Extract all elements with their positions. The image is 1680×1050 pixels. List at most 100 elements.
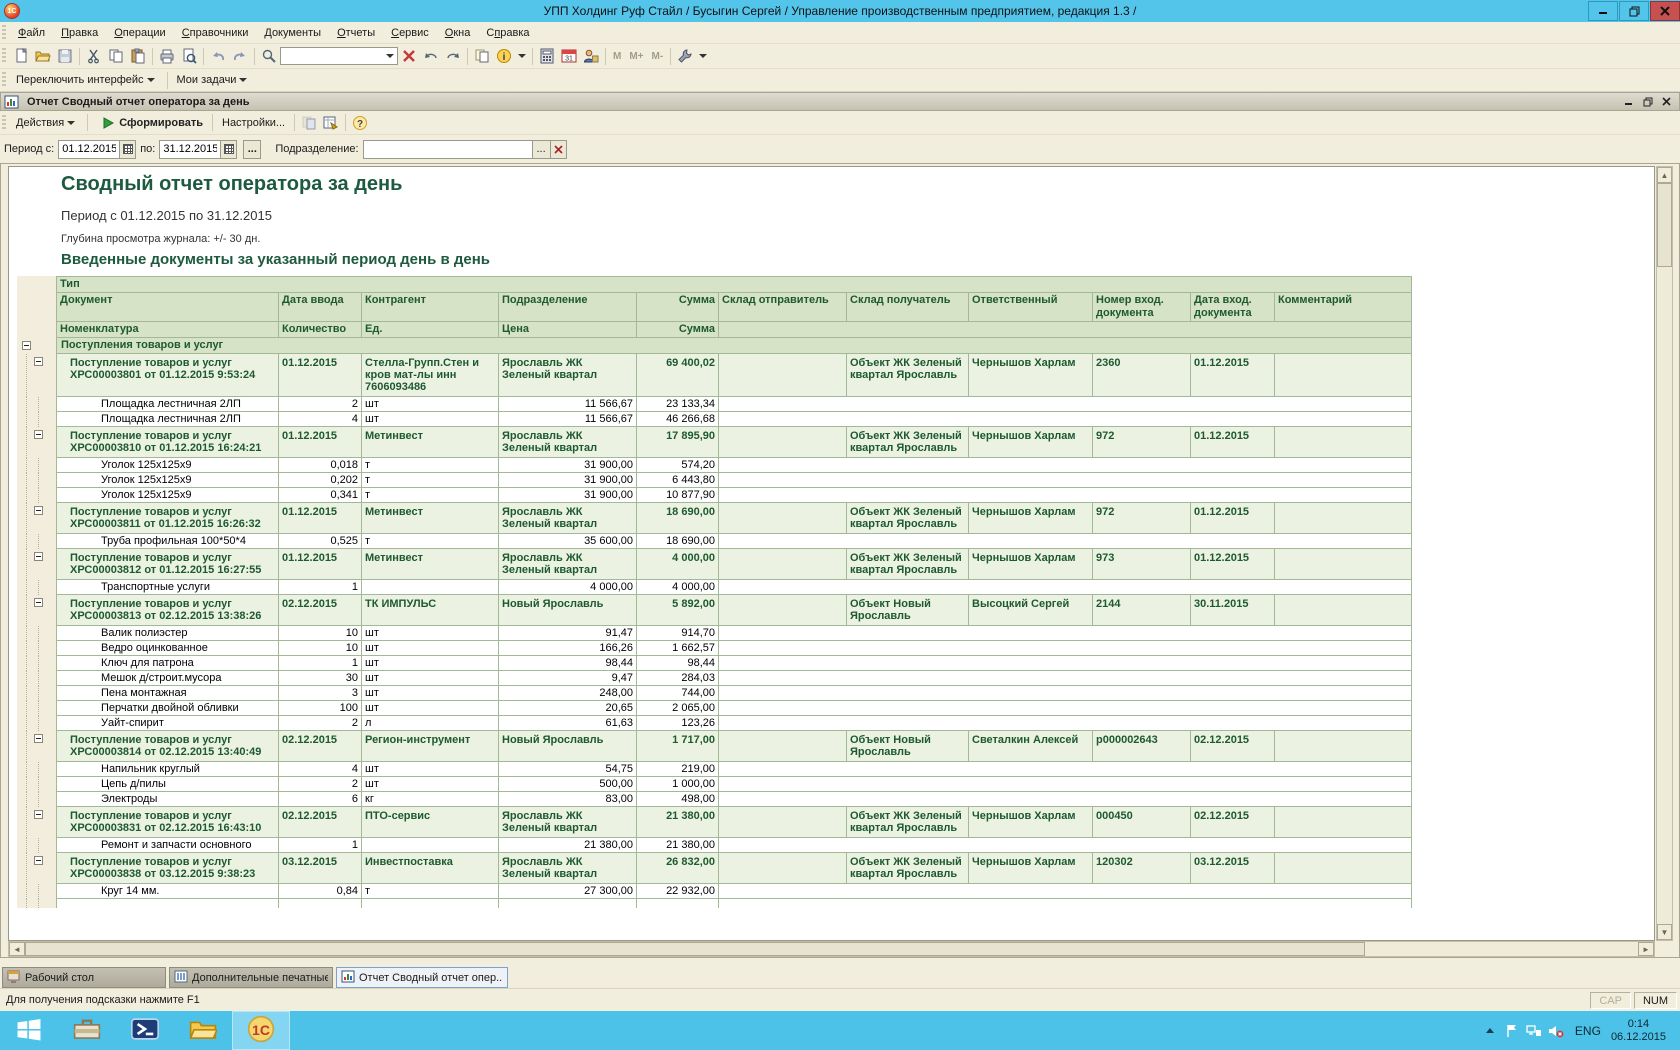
help-icon[interactable]: ? bbox=[349, 112, 371, 133]
chevron-down-icon[interactable] bbox=[699, 54, 707, 58]
period-from-input[interactable] bbox=[58, 140, 120, 159]
close-button[interactable] bbox=[1650, 1, 1680, 21]
language-indicator[interactable]: ENG bbox=[1575, 1024, 1601, 1038]
save-icon[interactable] bbox=[54, 46, 76, 67]
menu-отчеты[interactable]: Отчеты bbox=[329, 24, 383, 42]
collapse-group-icon[interactable] bbox=[34, 810, 43, 819]
copy-icon[interactable] bbox=[105, 46, 127, 67]
collapse-group-icon[interactable] bbox=[34, 357, 43, 366]
menu-документы[interactable]: Документы bbox=[256, 24, 329, 42]
window-tab-3[interactable]: Отчет Сводный отчет опер... bbox=[336, 967, 508, 988]
mdi-restore-button[interactable] bbox=[1639, 95, 1656, 109]
minimize-button[interactable] bbox=[1588, 1, 1618, 21]
department-clear-button[interactable] bbox=[551, 140, 567, 159]
doc-comment-cell bbox=[1275, 549, 1412, 580]
scroll-right-icon[interactable]: ► bbox=[1638, 942, 1654, 956]
vertical-scrollbar-thumb[interactable] bbox=[1657, 183, 1672, 267]
window-tab-2[interactable]: Дополнительные печатные... bbox=[169, 967, 333, 988]
taskbar-1c-enterprise-button[interactable]: 1С bbox=[232, 1011, 290, 1050]
start-button[interactable] bbox=[0, 1011, 58, 1050]
memory-button-m+[interactable]: M+ bbox=[625, 49, 647, 64]
horizontal-scrollbar-thumb[interactable] bbox=[25, 942, 1365, 956]
doc-warehouse-to-cell: Объект ЖК Зеленый квартал Ярославль bbox=[847, 503, 969, 534]
quick-search-input[interactable] bbox=[281, 49, 383, 63]
network-icon[interactable] bbox=[1523, 1023, 1545, 1039]
redo-icon[interactable] bbox=[229, 46, 251, 67]
users-icon[interactable] bbox=[580, 46, 602, 67]
menu-правка[interactable]: Правка bbox=[53, 24, 106, 42]
item-filler-cell bbox=[719, 580, 1412, 595]
memory-button-m[interactable]: M bbox=[609, 49, 625, 64]
print-icon[interactable] bbox=[156, 46, 178, 67]
item-header-filler bbox=[719, 322, 1412, 338]
clear-red-x-icon[interactable] bbox=[398, 46, 420, 67]
settings-button[interactable]: Настройки... bbox=[216, 114, 291, 132]
calendar-picker-button[interactable] bbox=[120, 140, 136, 159]
print-preview-icon[interactable] bbox=[178, 46, 200, 67]
action-center-flag-icon[interactable] bbox=[1501, 1023, 1523, 1039]
collapse-group-icon[interactable] bbox=[34, 552, 43, 561]
memory-button-m-[interactable]: M- bbox=[648, 49, 668, 64]
new-document-icon[interactable] bbox=[10, 46, 32, 67]
menu-справочники[interactable]: Справочники bbox=[174, 24, 257, 42]
doc-title-cell: Поступление товаров и услуг ХРС00003810 … bbox=[57, 427, 279, 458]
taskbar-server-manager-button[interactable] bbox=[58, 1011, 116, 1050]
find-backward-icon[interactable] bbox=[420, 46, 442, 67]
taskbar-file-explorer-button[interactable] bbox=[174, 1011, 232, 1050]
restore-button[interactable] bbox=[1619, 1, 1649, 21]
menu-файл[interactable]: Файл bbox=[10, 24, 53, 42]
cut-icon[interactable] bbox=[83, 46, 105, 67]
actions-menu-button[interactable]: Действия bbox=[10, 114, 84, 132]
collapse-group-icon[interactable] bbox=[34, 506, 43, 515]
search-icon[interactable] bbox=[258, 46, 280, 67]
calendar-icon[interactable]: 31 bbox=[558, 46, 580, 67]
menu-операции[interactable]: Операции bbox=[106, 24, 173, 42]
horizontal-scrollbar[interactable]: ◄ ► bbox=[8, 941, 1655, 957]
period-to-input[interactable] bbox=[159, 140, 221, 159]
taskbar-powershell-button[interactable] bbox=[116, 1011, 174, 1050]
export-table-icon[interactable] bbox=[320, 112, 342, 133]
open-folder-icon[interactable] bbox=[32, 46, 54, 67]
department-input[interactable] bbox=[363, 140, 533, 159]
quick-search-combobox[interactable] bbox=[280, 47, 398, 65]
scroll-left-icon[interactable]: ◄ bbox=[9, 942, 25, 956]
collapse-group-icon[interactable] bbox=[34, 734, 43, 743]
hidden-icons-chevron-icon[interactable] bbox=[1479, 1025, 1501, 1037]
scroll-down-icon[interactable]: ▼ bbox=[1657, 924, 1672, 940]
calendar-picker-button[interactable] bbox=[221, 140, 237, 159]
duplicate-icon[interactable] bbox=[471, 46, 493, 67]
window-tab-1[interactable]: Рабочий стол bbox=[2, 967, 166, 988]
chevron-down-icon[interactable] bbox=[518, 54, 526, 58]
collapse-group-icon[interactable] bbox=[34, 856, 43, 865]
find-forward-icon[interactable] bbox=[442, 46, 464, 67]
collapse-group-icon[interactable] bbox=[22, 341, 31, 350]
taskbar-clock[interactable]: 0:14 06.12.2015 bbox=[1611, 1018, 1666, 1044]
doc-warehouse-to-cell: Объект ЖК Зеленый квартал Ярославль bbox=[847, 853, 969, 884]
save-report-icon[interactable] bbox=[298, 112, 320, 133]
item-sum-cell: 498,00 bbox=[637, 792, 719, 807]
menu-справка[interactable]: Справка bbox=[478, 24, 537, 42]
calculator-icon[interactable] bbox=[536, 46, 558, 67]
my-tasks-button[interactable]: Мои задачи bbox=[171, 71, 257, 89]
services-wrench-icon[interactable] bbox=[674, 46, 696, 67]
undo-icon[interactable] bbox=[207, 46, 229, 67]
collapse-group-icon[interactable] bbox=[34, 430, 43, 439]
collapse-group-icon[interactable] bbox=[34, 598, 43, 607]
mdi-minimize-button[interactable] bbox=[1620, 95, 1637, 109]
scroll-up-icon[interactable]: ▲ bbox=[1657, 167, 1672, 183]
menu-сервис[interactable]: Сервис bbox=[383, 24, 437, 42]
period-settings-button[interactable]: ... bbox=[243, 140, 261, 159]
menu-окна[interactable]: Окна bbox=[437, 24, 479, 42]
volume-muted-icon[interactable] bbox=[1545, 1023, 1567, 1039]
switch-interface-button[interactable]: Переключить интерфейс bbox=[10, 71, 164, 89]
generate-button[interactable]: Сформировать bbox=[91, 109, 209, 136]
paste-icon[interactable] bbox=[127, 46, 149, 67]
department-select-button[interactable]: ... bbox=[533, 140, 551, 159]
report-icon bbox=[341, 969, 355, 987]
item-unit-cell: шт bbox=[362, 686, 499, 701]
mdi-close-button[interactable] bbox=[1658, 95, 1675, 109]
info-icon[interactable]: i bbox=[493, 46, 515, 67]
doc-sum-cell: 4 000,00 bbox=[637, 549, 719, 580]
vertical-scrollbar[interactable]: ▲ ▼ bbox=[1656, 166, 1673, 941]
item-sum-cell: 23 133,34 bbox=[637, 397, 719, 412]
